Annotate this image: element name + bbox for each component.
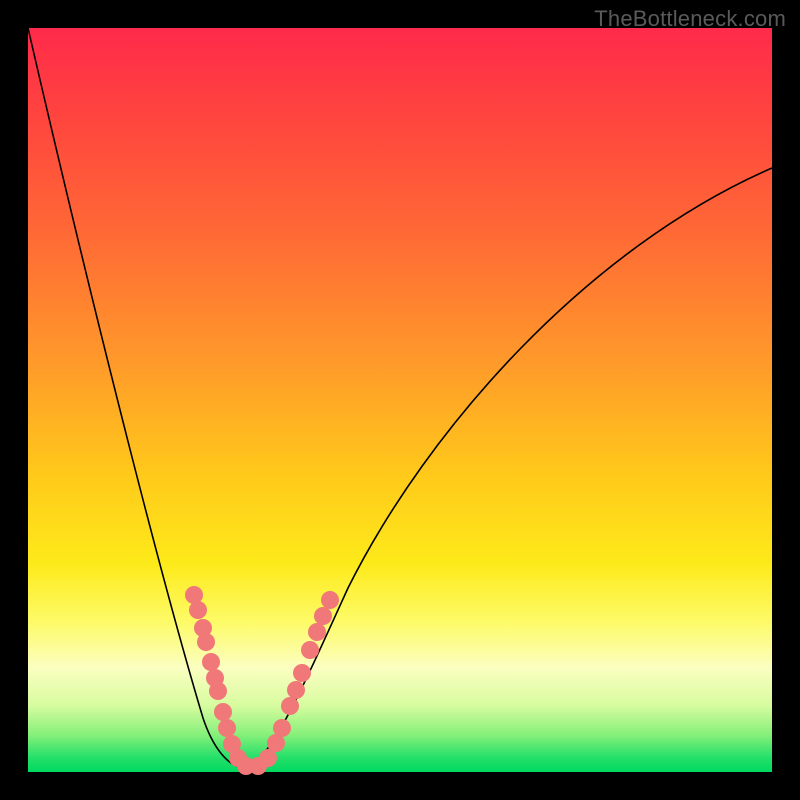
bead: [287, 681, 305, 699]
bead: [273, 719, 291, 737]
bead: [314, 607, 332, 625]
chart-plot-area: [28, 28, 772, 772]
bead: [202, 653, 220, 671]
bead: [308, 623, 326, 641]
bead: [214, 703, 232, 721]
bottleneck-curve-svg: [28, 28, 772, 772]
bead: [301, 641, 319, 659]
beads-left-group: [185, 586, 255, 775]
watermark-text: TheBottleneck.com: [594, 6, 786, 32]
bead: [197, 633, 215, 651]
bead: [218, 719, 236, 737]
beads-right-group: [249, 591, 339, 775]
bead: [321, 591, 339, 609]
curve-right-branch: [243, 168, 772, 768]
bead: [293, 664, 311, 682]
bead: [189, 601, 207, 619]
bead: [281, 697, 299, 715]
bead: [209, 682, 227, 700]
